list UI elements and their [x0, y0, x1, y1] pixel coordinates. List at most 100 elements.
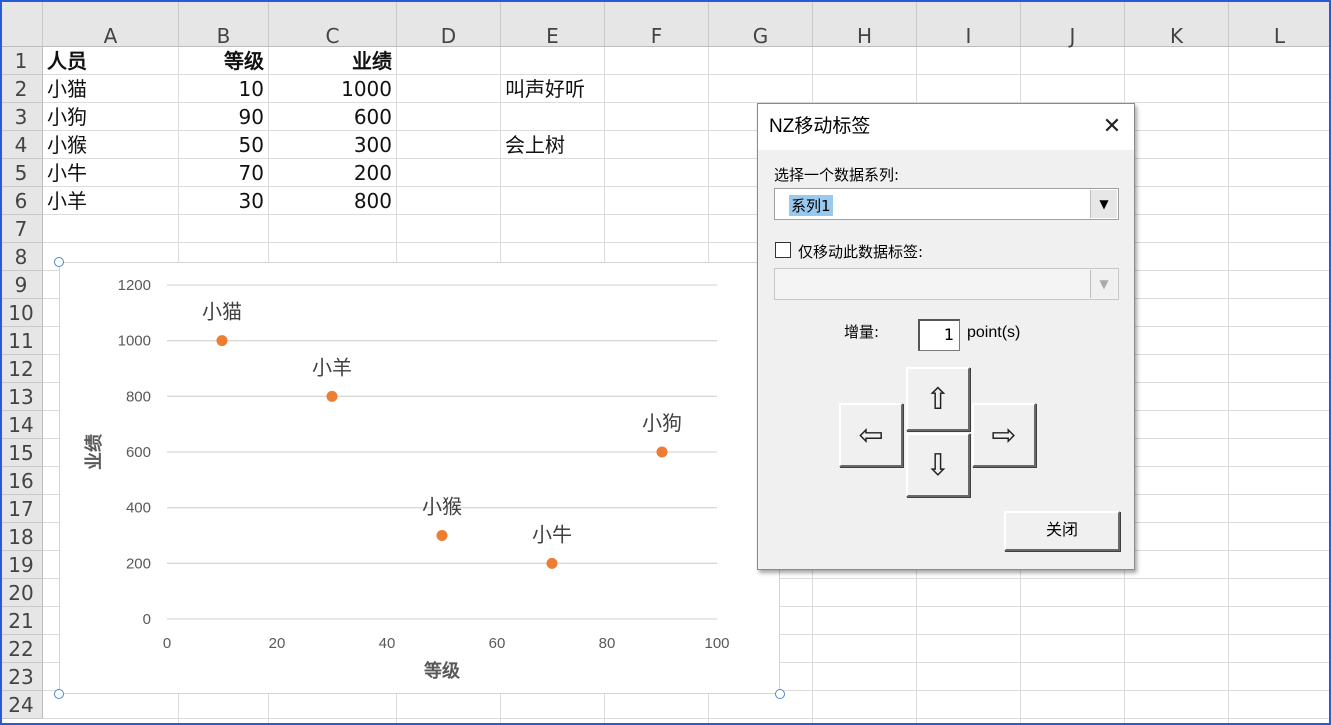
move-down-button[interactable]: ⇩ — [906, 433, 970, 497]
chart-canvas: 0 200 400 600 800 1000 1200 0 20 40 60 80 100 等级 业绩 小猫小… — [83, 277, 730, 682]
row-header[interactable]: 17 — [0, 495, 43, 523]
x-tick-label: 60 — [489, 635, 506, 652]
column-header[interactable]: B — [179, 0, 269, 48]
series-value: 系列1 — [789, 195, 833, 216]
row-header[interactable]: 23 — [0, 663, 43, 691]
row-gridline — [43, 242, 1331, 243]
y-tick-label: 200 — [126, 555, 151, 572]
y-tick-label: 1200 — [118, 277, 151, 294]
close-icon[interactable]: ✕ — [1098, 113, 1126, 141]
resize-handle-bottom-right[interactable] — [775, 689, 785, 699]
row-header[interactable]: 8 — [0, 243, 43, 271]
column-header[interactable]: A — [43, 0, 179, 48]
table-cell[interactable]: 300 — [273, 131, 392, 159]
column-gridline — [1228, 47, 1229, 725]
note-cell-e4[interactable]: 会上树 — [505, 131, 565, 159]
column-header[interactable]: D — [397, 0, 501, 48]
table-cell[interactable]: 10 — [183, 75, 264, 103]
column-header[interactable]: G — [709, 0, 813, 48]
x-tick-label: 40 — [379, 635, 396, 652]
row-header[interactable]: 7 — [0, 215, 43, 243]
table-cell[interactable]: 小牛 — [47, 159, 174, 187]
move-label-dialog: NZ移动标签 ✕ 选择一个数据系列: 系列1 ▼ 仅移动此数据标签: ▼ 增量:… — [757, 103, 1135, 570]
row-header[interactable]: 15 — [0, 439, 43, 467]
row-header[interactable]: 10 — [0, 299, 43, 327]
data-point — [656, 446, 668, 458]
move-left-button[interactable]: ⇦ — [839, 403, 903, 467]
row-header[interactable]: 2 — [0, 75, 43, 103]
table-cell[interactable]: 小狗 — [47, 103, 174, 131]
table-cell[interactable]: 600 — [273, 103, 392, 131]
table-cell[interactable]: 30 — [183, 187, 264, 215]
row-gridline — [43, 718, 1331, 719]
column-header[interactable]: I — [917, 0, 1021, 48]
arrow-up-icon: ⇧ — [925, 381, 951, 417]
row-header[interactable]: 4 — [0, 131, 43, 159]
row-header[interactable]: 18 — [0, 523, 43, 551]
column-header[interactable]: L — [1229, 0, 1331, 48]
data-label: 小羊 — [312, 355, 352, 379]
increment-input[interactable]: 1 — [918, 319, 960, 351]
table-cell[interactable]: 小猫 — [47, 75, 174, 103]
table-cell[interactable]: 90 — [183, 103, 264, 131]
row-header[interactable]: 19 — [0, 551, 43, 579]
only-this-checkbox[interactable] — [775, 242, 791, 258]
row-header[interactable]: 20 — [0, 579, 43, 607]
increment-unit: point(s) — [967, 324, 1021, 341]
resize-handle-top-left[interactable] — [54, 257, 64, 267]
arrow-down-icon: ⇩ — [925, 447, 951, 483]
row-header[interactable]: 3 — [0, 103, 43, 131]
table-cell[interactable]: 70 — [183, 159, 264, 187]
table-cell[interactable]: 200 — [273, 159, 392, 187]
x-axis-title: 等级 — [424, 660, 461, 682]
series-label: 选择一个数据系列: — [774, 166, 900, 184]
table-cell[interactable]: 小羊 — [47, 187, 174, 215]
row-header[interactable]: 12 — [0, 355, 43, 383]
scatter-chart[interactable]: 0 200 400 600 800 1000 1200 0 20 40 60 80 100 等级 业绩 小猫小… — [59, 262, 780, 694]
table-cell[interactable]: 50 — [183, 131, 264, 159]
only-this-label: 仅移动此数据标签: — [798, 243, 924, 261]
dialog-title: NZ移动标签 — [769, 116, 871, 137]
data-label: 小牛 — [532, 522, 572, 546]
column-header[interactable]: K — [1125, 0, 1229, 48]
resize-handle-bottom-left[interactable] — [54, 689, 64, 699]
close-button[interactable]: 关闭 — [1004, 511, 1120, 551]
y-tick-label: 1000 — [118, 333, 151, 350]
label-select[interactable]: ▼ — [774, 268, 1119, 300]
dropdown-arrow-icon[interactable]: ▼ — [1090, 190, 1117, 218]
move-right-button[interactable]: ⇨ — [972, 403, 1036, 467]
table-header-cell[interactable]: 人员 — [47, 47, 174, 75]
column-header[interactable]: H — [813, 0, 917, 48]
row-header[interactable]: 9 — [0, 271, 43, 299]
y-tick-label: 800 — [126, 388, 151, 405]
dialog-titlebar[interactable]: NZ移动标签 — [758, 104, 1134, 150]
column-header[interactable]: C — [269, 0, 397, 48]
row-header[interactable]: 16 — [0, 467, 43, 495]
row-header[interactable]: 22 — [0, 635, 43, 663]
table-cell[interactable]: 1000 — [273, 75, 392, 103]
column-header[interactable]: F — [605, 0, 709, 48]
row-header[interactable]: 13 — [0, 383, 43, 411]
data-point — [216, 335, 228, 347]
note-cell-e2[interactable]: 叫声好听 — [505, 75, 585, 103]
table-header-cell[interactable]: 业绩 — [273, 47, 392, 75]
row-header[interactable]: 5 — [0, 159, 43, 187]
series-select[interactable]: 系列1 ▼ — [774, 188, 1119, 220]
select-all-corner[interactable] — [0, 0, 43, 47]
x-tick-label: 80 — [599, 635, 616, 652]
row-header[interactable]: 14 — [0, 411, 43, 439]
arrow-right-icon: ⇨ — [991, 417, 1017, 453]
row-header[interactable]: 24 — [0, 691, 43, 719]
table-header-cell[interactable]: 等级 — [183, 47, 264, 75]
row-header[interactable]: 11 — [0, 327, 43, 355]
y-tick-label: 0 — [143, 611, 151, 628]
table-cell[interactable]: 800 — [273, 187, 392, 215]
arrow-left-icon: ⇦ — [858, 417, 884, 453]
row-header[interactable]: 1 — [0, 47, 43, 75]
move-up-button[interactable]: ⇧ — [906, 367, 970, 431]
row-header[interactable]: 21 — [0, 607, 43, 635]
table-cell[interactable]: 小猴 — [47, 131, 174, 159]
column-header[interactable]: J — [1021, 0, 1125, 48]
column-header[interactable]: E — [501, 0, 605, 48]
row-header[interactable]: 6 — [0, 187, 43, 215]
